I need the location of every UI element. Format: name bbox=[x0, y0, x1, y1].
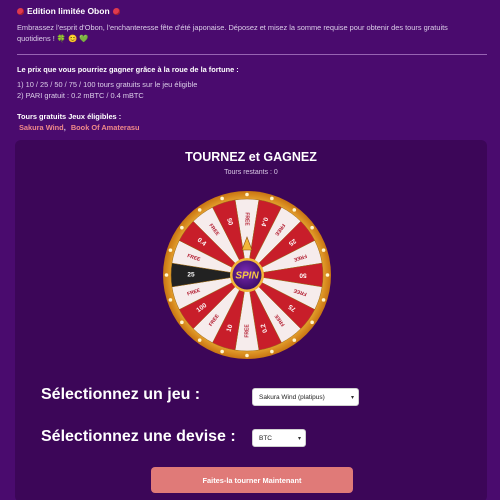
games-title: Tours gratuits Jeux éligibles : bbox=[17, 112, 122, 121]
red-dot-icon bbox=[112, 7, 120, 15]
spin-now-button[interactable]: Faites-la tourner Maintenant bbox=[151, 467, 353, 493]
wheel-bulb bbox=[180, 320, 184, 325]
wheel-bulb bbox=[197, 208, 202, 212]
game-link-book-of-amaterasu[interactable]: Book Of Amaterasu bbox=[71, 123, 140, 132]
fortune-wheel: FREE 0.4FREE25FREE50FREE75FREE0.2FREE10FR… bbox=[163, 191, 331, 359]
games-separator: , bbox=[63, 123, 66, 132]
wheel-segment-label: 25 bbox=[187, 272, 195, 279]
edition-title-text: Edition limitée Obon bbox=[27, 6, 110, 16]
eligible-games: Sakura Wind, Book Of Amaterasu bbox=[19, 123, 144, 132]
wheel-bulb bbox=[321, 248, 326, 252]
wheel-bulb bbox=[245, 353, 249, 358]
game-select[interactable]: Sakura Wind (platipus) ▾ bbox=[252, 388, 359, 406]
wheel-bulb bbox=[245, 192, 249, 197]
wheel-bulb bbox=[164, 273, 169, 277]
chevron-down-icon: ▾ bbox=[350, 394, 354, 401]
spins-remaining: Tours restants : 0 bbox=[224, 169, 278, 176]
wheel-bulb bbox=[310, 320, 314, 325]
wheel-bulb bbox=[292, 338, 297, 342]
game-select-value: Sakura Wind (platipus) bbox=[259, 393, 325, 401]
wheel-segment-label: FREE bbox=[244, 324, 250, 338]
wheel-bulb bbox=[321, 298, 326, 302]
promo-intro: Embrassez l'esprit d'Obon, l'enchanteres… bbox=[17, 23, 448, 43]
wheel-bulb bbox=[325, 273, 330, 277]
wheel-segment-label: 50 bbox=[299, 271, 307, 278]
prize-title: Le prix que vous pourriez gagner grâce à… bbox=[17, 65, 239, 74]
wheel-segment-label: FREE bbox=[244, 212, 250, 226]
red-dot-icon bbox=[17, 7, 24, 15]
edition-title: Edition limitée Obon bbox=[17, 6, 120, 16]
currency-select[interactable]: BTC ▾ bbox=[252, 429, 306, 447]
wheel-bulb bbox=[168, 248, 173, 252]
wheel-bulb bbox=[197, 338, 202, 342]
wheel-panel: TOURNEZ et GAGNEZ Tours restants : 0 FRE… bbox=[15, 140, 487, 500]
wheel-bulb bbox=[292, 208, 297, 212]
wheel-bulb bbox=[270, 196, 274, 201]
divider bbox=[17, 54, 487, 55]
prize-line: 2) PARI gratuit : 0.2 mBTC / 0.4 mBTC bbox=[17, 91, 144, 100]
game-link-sakura-wind[interactable]: Sakura Wind bbox=[19, 123, 64, 132]
prize-line: 1) 10 / 25 / 50 / 75 / 100 tours gratuit… bbox=[17, 80, 198, 89]
wheel-bulb bbox=[220, 349, 224, 354]
wheel-panel-title: TOURNEZ et GAGNEZ bbox=[185, 150, 317, 164]
currency-select-label: Sélectionnez une devise : bbox=[41, 428, 236, 445]
wheel-bulb bbox=[168, 298, 173, 302]
wheel-bulb bbox=[310, 225, 314, 230]
chevron-down-icon: ▾ bbox=[297, 435, 301, 442]
currency-select-value: BTC bbox=[259, 434, 272, 442]
wheel-bulb bbox=[270, 349, 274, 354]
wheel-bulb bbox=[220, 196, 224, 201]
wheel-bulb bbox=[180, 225, 184, 230]
spin-label: SPIN bbox=[235, 271, 259, 282]
game-select-label: Sélectionnez un jeu : bbox=[41, 386, 201, 403]
